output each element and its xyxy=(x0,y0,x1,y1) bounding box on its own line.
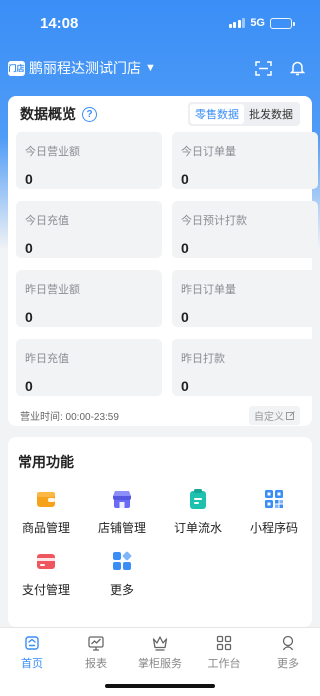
storefront-icon xyxy=(113,491,131,508)
customize-button[interactable]: 自定义 xyxy=(249,406,300,425)
workbench-icon xyxy=(216,635,232,651)
stat-card[interactable]: 昨日充值 0 xyxy=(16,339,162,396)
stat-card[interactable]: 昨日订单量 0 xyxy=(172,270,318,327)
business-hours: 营业时间: 00:00-23:59 xyxy=(20,412,119,423)
payment-card-icon xyxy=(37,554,55,569)
status-time: 14:08 xyxy=(40,14,79,32)
stat-label: 昨日营业额 xyxy=(25,284,80,296)
stat-value: 0 xyxy=(181,309,189,325)
stat-card[interactable]: 昨日打款 0 xyxy=(172,339,318,396)
status-bar: 14:08 5G xyxy=(0,0,320,46)
function-payment-management[interactable]: 支付管理 xyxy=(8,550,84,598)
stat-label: 今日订单量 xyxy=(181,146,236,158)
stat-value: 0 xyxy=(181,240,189,256)
stat-label: 昨日充值 xyxy=(25,353,69,365)
function-label: 支付管理 xyxy=(21,583,70,597)
network-type: 5G xyxy=(250,17,265,29)
tab-label: 首页 xyxy=(21,658,43,670)
common-functions-card: 常用功能 商品管理 店铺管理 订单流水 小程序码 支付管理 更多 xyxy=(8,437,312,627)
stats-grid: 今日营业额 0 今日订单量 0 今日充值 0 今日预计打款 0 昨日营业额 0 昨日订单量… xyxy=(8,132,318,396)
home-indicator xyxy=(105,684,215,688)
stat-value: 0 xyxy=(25,171,33,187)
function-label: 小程序码 xyxy=(249,521,298,535)
overview-header: 数据概览 ? 零售数据 批发数据 xyxy=(8,96,312,132)
function-mini-program-code[interactable]: 小程序码 xyxy=(236,488,312,536)
function-product-management[interactable]: 商品管理 xyxy=(8,488,84,536)
tab-home[interactable]: 首页 xyxy=(0,634,64,696)
signal-icon xyxy=(228,18,246,28)
store-logo-icon: 门店 xyxy=(8,60,25,76)
function-label: 商品管理 xyxy=(21,521,70,535)
stat-label: 今日充值 xyxy=(25,215,69,227)
data-overview-card: 数据概览 ? 零售数据 批发数据 今日营业额 0 今日订单量 0 今日充值 0 今日预… xyxy=(8,96,318,426)
stat-value: 0 xyxy=(181,171,189,187)
overview-footer: 营业时间: 00:00-23:59 自定义 xyxy=(8,396,312,425)
function-order-flow[interactable]: 订单流水 xyxy=(160,488,236,536)
stat-label: 昨日订单量 xyxy=(181,284,236,296)
bell-icon[interactable] xyxy=(286,57,308,79)
functions-title: 常用功能 xyxy=(18,454,74,470)
functions-grid: 商品管理 店铺管理 订单流水 小程序码 支付管理 更多 xyxy=(8,482,312,598)
function-more[interactable]: 更多 xyxy=(84,550,160,598)
stat-card[interactable]: 今日充值 0 xyxy=(16,201,162,258)
customize-label: 自定义 xyxy=(254,412,284,423)
battery-icon xyxy=(270,17,295,29)
tab-label: 更多 xyxy=(277,658,299,670)
tab-label: 掌柜服务 xyxy=(138,658,182,670)
qrcode-icon xyxy=(265,490,283,508)
stat-label: 今日预计打款 xyxy=(181,215,247,227)
home-icon xyxy=(25,636,39,650)
stat-card[interactable]: 今日预计打款 0 xyxy=(172,201,318,258)
stat-value: 0 xyxy=(25,240,33,256)
stat-label: 昨日打款 xyxy=(181,353,225,365)
tab-wholesale-data[interactable]: 批发数据 xyxy=(244,104,298,124)
app-header: 门店 鹏丽程达测试门店 ▼ xyxy=(0,54,320,82)
stat-value: 0 xyxy=(25,309,33,325)
status-indicators: 5G xyxy=(228,17,295,29)
edit-icon xyxy=(286,411,295,420)
stat-label: 今日营业额 xyxy=(25,146,80,158)
more-icon xyxy=(282,635,294,651)
tab-more[interactable]: 更多 xyxy=(256,634,320,696)
clipboard-icon xyxy=(190,489,206,509)
stat-card[interactable]: 今日营业额 0 xyxy=(16,132,162,189)
scan-icon[interactable] xyxy=(252,57,274,79)
stat-card[interactable]: 昨日营业额 0 xyxy=(16,270,162,327)
function-store-management[interactable]: 店铺管理 xyxy=(84,488,160,536)
chevron-down-icon[interactable]: ▼ xyxy=(145,62,156,74)
report-icon xyxy=(88,636,104,651)
help-icon[interactable]: ? xyxy=(82,106,97,122)
tab-label: 工作台 xyxy=(207,658,241,670)
tab-retail-data[interactable]: 零售数据 xyxy=(190,104,244,124)
data-type-switch: 零售数据 批发数据 xyxy=(188,102,300,126)
stat-value: 0 xyxy=(25,378,33,394)
stat-value: 0 xyxy=(181,378,189,394)
function-label: 订单流水 xyxy=(173,521,222,535)
wallet-icon xyxy=(37,492,55,507)
tab-label: 报表 xyxy=(85,658,107,670)
overview-title: 数据概览 xyxy=(20,106,76,122)
function-label: 店铺管理 xyxy=(97,521,146,535)
crown-icon xyxy=(152,636,168,651)
store-name[interactable]: 鹏丽程达测试门店 xyxy=(29,58,141,78)
more-apps-icon xyxy=(113,551,132,570)
function-label: 更多 xyxy=(109,583,134,597)
stat-card[interactable]: 今日订单量 0 xyxy=(172,132,318,189)
